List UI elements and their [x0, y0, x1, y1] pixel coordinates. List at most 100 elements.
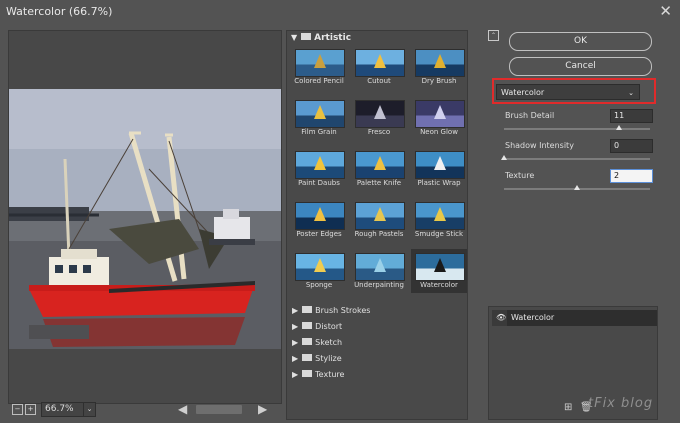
filter-preview-image [355, 100, 405, 128]
filter-label: Sponge [305, 281, 333, 289]
filter-thumb-palette-knife[interactable]: Palette Knife [351, 147, 407, 191]
filter-thumb-film-grain[interactable]: Film Grain [291, 96, 347, 140]
filter-label: Film Grain [301, 128, 337, 136]
effect-layer-row[interactable]: 👁 Watercolor [492, 310, 657, 326]
filter-gallery: ▼ Artistic Colored Pencil Cutout Dry Brush F… [286, 30, 468, 420]
filter-label: Watercolor [420, 281, 458, 289]
zoom-level[interactable]: 66.7% [41, 402, 84, 417]
param-texture: Texture 2 [504, 169, 654, 201]
scroll-right-icon[interactable]: ▶ [258, 402, 267, 416]
filter-thumb-cutout[interactable]: Cutout [351, 45, 407, 89]
filter-label: Smudge Stick [414, 230, 464, 238]
slider-knob[interactable] [616, 125, 623, 130]
image-preview[interactable] [8, 30, 282, 404]
filter-thumb-dry-brush[interactable]: Dry Brush [411, 45, 467, 89]
collapsed-triangle-icon: ▶ [292, 322, 299, 331]
filter-thumb-underpainting[interactable]: Underpainting [351, 249, 407, 293]
sail-shape [374, 54, 386, 68]
param-brush-detail: Brush Detail 11 [504, 109, 654, 141]
filter-thumb-watercolor[interactable]: Watercolor [411, 249, 467, 293]
category-sketch[interactable]: ▶ Sketch [289, 335, 463, 350]
title-bar: Watercolor (66.7%) ✕ [0, 0, 680, 26]
sail-shape [434, 54, 446, 68]
boat-image [9, 89, 281, 349]
shadow-intensity-field[interactable]: 0 [610, 139, 653, 153]
filter-settings-panel: ⌃ OK Cancel Watercolor ⌄ Brush Detail 11… [480, 26, 680, 423]
filter-thumb-smudge-stick[interactable]: Smudge Stick [411, 198, 467, 242]
filter-preview-image [415, 253, 465, 281]
slider-knob[interactable] [501, 155, 507, 160]
texture-field[interactable]: 2 [610, 169, 653, 183]
folder-icon [302, 354, 313, 361]
sail-shape [434, 258, 446, 272]
folder-icon [301, 33, 312, 40]
close-icon[interactable]: ✕ [659, 2, 672, 20]
category-texture[interactable]: ▶ Texture [289, 367, 463, 382]
filter-label: Underpainting [354, 281, 404, 289]
new-layer-icon[interactable]: ⊞ [564, 402, 572, 413]
collapsed-triangle-icon: ▶ [292, 306, 299, 315]
filter-label: Colored Pencil [294, 77, 344, 85]
param-label: Texture [505, 171, 535, 180]
category-artistic[interactable]: ▼ Artistic [291, 33, 351, 43]
zoom-out-button[interactable]: − [12, 404, 23, 415]
slider-track[interactable] [504, 128, 650, 130]
sail-shape [374, 105, 386, 119]
filter-thumb-rough-pastels[interactable]: Rough Pastels [351, 198, 407, 242]
folder-icon [302, 338, 313, 345]
param-label: Brush Detail [505, 111, 555, 120]
param-shadow-intensity: Shadow Intensity 0 [501, 139, 654, 171]
collapsed-triangle-icon: ▶ [292, 338, 299, 347]
filter-preview-image [355, 253, 405, 281]
collapsed-triangle-icon: ▶ [292, 354, 299, 363]
sail-shape [374, 156, 386, 170]
sail-shape [314, 258, 326, 272]
filter-preview-image [415, 100, 465, 128]
cancel-button[interactable]: Cancel [509, 57, 652, 76]
slider-knob[interactable] [574, 185, 580, 190]
filter-label: Fresco [367, 128, 391, 136]
highlight-box [492, 78, 656, 104]
folder-icon [302, 322, 313, 329]
filter-thumb-paint-daubs[interactable]: Paint Daubs [291, 147, 347, 191]
sail-shape [374, 207, 386, 221]
visibility-eye-icon[interactable]: 👁 [496, 310, 506, 326]
category-label: Texture [315, 370, 345, 379]
zoom-in-button[interactable]: + [25, 404, 36, 415]
category-label: Artistic [314, 33, 352, 43]
filter-thumb-sponge[interactable]: Sponge [291, 249, 347, 293]
filter-preview-image [295, 49, 345, 77]
filter-preview-image [295, 151, 345, 179]
brush-detail-field[interactable]: 11 [610, 109, 653, 123]
param-label: Shadow Intensity [505, 141, 574, 150]
category-label: Stylize [315, 354, 342, 363]
filter-thumb-neon-glow[interactable]: Neon Glow [411, 96, 467, 140]
filter-preview-image [355, 202, 405, 230]
window-title: Watercolor (66.7%) [6, 5, 113, 18]
folder-icon [302, 306, 313, 313]
filter-preview-image [355, 151, 405, 179]
collapsed-triangle-icon: ▶ [292, 370, 299, 379]
collapse-icon[interactable]: ⌃ [488, 30, 499, 41]
category-stylize[interactable]: ▶ Stylize [289, 351, 463, 366]
sail-shape [434, 105, 446, 119]
ok-button[interactable]: OK [509, 32, 652, 51]
filter-label: Cutout [367, 77, 391, 85]
zoom-dropdown-icon[interactable]: ⌄ [83, 402, 96, 417]
horizontal-scrollbar[interactable] [196, 405, 242, 414]
filter-thumb-colored-pencil[interactable]: Colored Pencil [291, 45, 347, 89]
sail-shape [314, 54, 326, 68]
filter-label: Dry Brush [421, 77, 457, 85]
filter-thumb-poster-edges[interactable]: Poster Edges [291, 198, 347, 242]
sail-shape [314, 156, 326, 170]
filter-preview-image [355, 49, 405, 77]
scroll-left-icon[interactable]: ◀ [178, 402, 187, 416]
filter-thumb-fresco[interactable]: Fresco [351, 96, 407, 140]
filter-thumb-plastic-wrap[interactable]: Plastic Wrap [411, 147, 467, 191]
sail-shape [314, 105, 326, 119]
filter-preview-image [295, 100, 345, 128]
category-brush-strokes[interactable]: ▶ Brush Strokes [289, 303, 463, 318]
category-distort[interactable]: ▶ Distort [289, 319, 463, 334]
slider-track[interactable] [504, 158, 650, 160]
category-label: Brush Strokes [315, 306, 371, 315]
